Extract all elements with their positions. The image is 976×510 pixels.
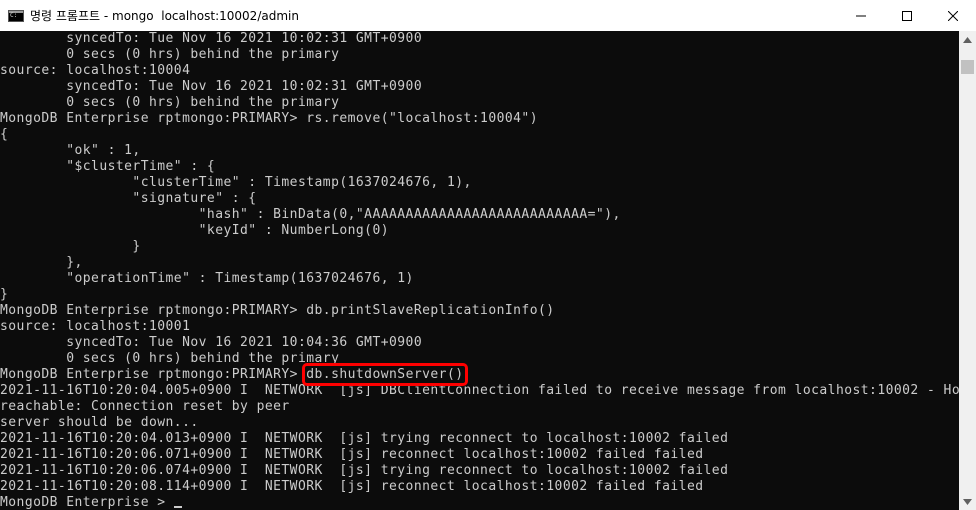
output-line: 0 secs (0 hrs) behind the primary <box>0 47 340 62</box>
output-line: source: localhost:10001 <box>0 319 191 334</box>
text-cursor <box>173 506 182 508</box>
output-line: source: localhost:10004 <box>0 63 191 78</box>
command-line: MongoDB Enterprise rptmongo:PRIMARY> db.… <box>0 303 555 318</box>
window-title: 명령 프롬프트 - mongo localhost:10002/admin <box>30 9 299 23</box>
minimize-icon <box>856 15 866 16</box>
output-line: 0 secs (0 hrs) behind the primary <box>0 95 340 110</box>
log-line: server should be down... <box>0 415 199 430</box>
output-line: "hash" : BinData(0,"AAAAAAAAAAAAAAAAAAAA… <box>0 207 621 222</box>
command-line: MongoDB Enterprise rptmongo:PRIMARY> rs.… <box>0 111 538 126</box>
output-line: } <box>0 287 9 302</box>
scroll-thumb[interactable] <box>961 60 974 74</box>
log-line: 2021-11-16T10:20:04.005+0900 I NETWORK [… <box>0 383 959 398</box>
output-line: "$clusterTime" : { <box>0 159 216 174</box>
close-button[interactable] <box>930 0 976 31</box>
output-line: 0 secs (0 hrs) behind the primary <box>0 351 340 366</box>
output-line: syncedTo: Tue Nov 16 2021 10:02:31 GMT+0… <box>0 79 423 94</box>
output-line: "operationTime" : Timestamp(1637024676, … <box>0 271 414 286</box>
close-icon <box>948 10 958 21</box>
vertical-scrollbar[interactable] <box>959 31 976 510</box>
output-line: }, <box>0 255 83 270</box>
cmd-window: 명령 프롬프트 - mongo localhost:10002/admin <box>0 0 976 510</box>
scroll-up-button[interactable] <box>959 31 976 48</box>
highlighted-command: db.shutdownServer() <box>302 363 468 386</box>
log-line: 2021-11-16T10:20:06.074+0900 I NETWORK [… <box>0 463 729 478</box>
output-line: "clusterTime" : Timestamp(1637024676, 1)… <box>0 175 472 190</box>
scroll-down-arrow-icon <box>963 498 972 505</box>
shell-prompt: MongoDB Enterprise > <box>0 495 174 510</box>
maximize-icon <box>902 10 912 21</box>
scroll-up-arrow-icon <box>963 36 972 43</box>
output-line: syncedTo: Tue Nov 16 2021 10:04:36 GMT+0… <box>0 335 423 350</box>
output-line: "keyId" : NumberLong(0) <box>0 223 390 238</box>
output-line: "signature" : { <box>0 191 257 206</box>
maximize-button[interactable] <box>884 0 930 31</box>
log-line: 2021-11-16T10:20:08.114+0900 I NETWORK [… <box>0 479 704 494</box>
shell-prompt: MongoDB Enterprise rptmongo:PRIMARY> <box>0 367 307 382</box>
shutdown-command-line: MongoDB Enterprise rptmongo:PRIMARY> db.… <box>0 363 959 386</box>
prompt-line[interactable]: MongoDB Enterprise > <box>0 495 959 510</box>
output-line: { <box>0 127 9 142</box>
output-line: syncedTo: Tue Nov 16 2021 10:02:31 GMT+0… <box>0 31 423 46</box>
minimize-button[interactable] <box>838 0 884 31</box>
output-line: } <box>0 239 141 254</box>
scroll-down-button[interactable] <box>959 493 976 510</box>
window-controls <box>838 0 976 31</box>
terminal-output[interactable]: syncedTo: Tue Nov 16 2021 10:02:31 GMT+0… <box>0 31 959 510</box>
title-bar[interactable]: 명령 프롬프트 - mongo localhost:10002/admin <box>0 0 976 31</box>
output-line: "ok" : 1, <box>0 143 141 158</box>
log-line: 2021-11-16T10:20:04.013+0900 I NETWORK [… <box>0 431 729 446</box>
log-line: reachable: Connection reset by peer <box>0 399 290 414</box>
log-line: 2021-11-16T10:20:06.071+0900 I NETWORK [… <box>0 447 704 462</box>
cmd-icon[interactable] <box>8 9 24 22</box>
